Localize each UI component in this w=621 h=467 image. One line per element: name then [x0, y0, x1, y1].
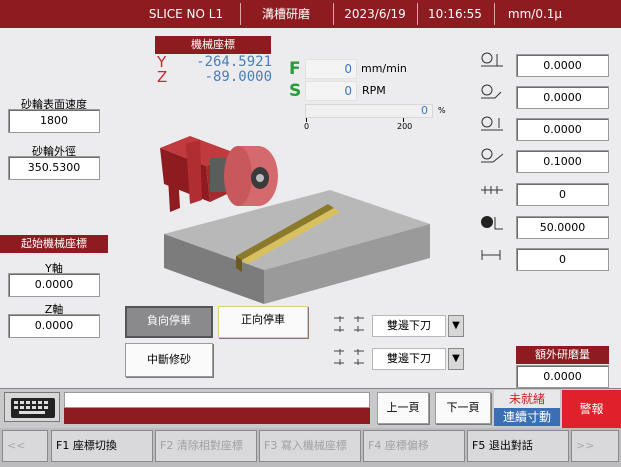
- f4-coord-offset-button[interactable]: F4 座標偏移: [363, 430, 465, 462]
- feed-mode-icon: [334, 349, 364, 365]
- machine-coords-title: 機械座標: [155, 36, 271, 54]
- param-field-3[interactable]: 0.0000: [516, 118, 609, 141]
- z-coord-value: -89.0000: [204, 69, 272, 85]
- param-field-4[interactable]: 0.1000: [516, 150, 609, 173]
- feed-mode-select-2[interactable]: 雙邊下刀: [372, 348, 446, 370]
- spindle-value: 0: [305, 81, 357, 101]
- time: 10:16:55: [428, 7, 482, 21]
- feed-rate-icon: [481, 216, 503, 230]
- feed-value: 0: [305, 59, 357, 79]
- chevron-down-icon[interactable]: ▼: [448, 315, 464, 337]
- keyboard-button[interactable]: [4, 392, 60, 422]
- mode-name: 溝槽研磨: [261, 7, 310, 21]
- f1-coord-switch-button[interactable]: F1 座標切換: [51, 430, 153, 462]
- feed-unit: mm/min: [361, 62, 407, 75]
- param-field-5[interactable]: 0: [516, 183, 609, 206]
- keyboard-icon: [11, 398, 55, 418]
- f3-write-machine-coord-button[interactable]: F3 寫入機械座標: [259, 430, 361, 462]
- depth-icon: [481, 52, 503, 67]
- count-icon: [481, 250, 501, 260]
- f2-clear-relative-button[interactable]: F2 清除相對座標: [155, 430, 257, 462]
- start-z-field[interactable]: 0.0000: [8, 314, 100, 338]
- feed-mode-icon: [334, 316, 364, 332]
- start-y-field[interactable]: 0.0000: [8, 273, 100, 297]
- extra-grind-title: 額外研磨量: [516, 346, 609, 364]
- outer-diameter-field[interactable]: 350.5300: [8, 156, 100, 180]
- y-coord-value: -264.5921: [196, 54, 272, 70]
- top-status-bar: SLICE NO L1 溝槽研磨 2023/6/19 10:16:55 mm/0…: [0, 0, 621, 28]
- step-down-icon: [481, 116, 503, 131]
- extra-grind-field[interactable]: 0.0000: [516, 365, 609, 388]
- f5-exit-dialog-button[interactable]: F5 退出對話: [467, 430, 569, 462]
- message-area-top: [64, 392, 370, 408]
- function-next-button[interactable]: >>: [571, 430, 619, 462]
- prev-page-button[interactable]: 上一頁: [377, 392, 429, 424]
- spindle-unit: RPM: [362, 84, 386, 97]
- negative-stop-button[interactable]: 負向停車: [125, 306, 213, 338]
- feed-mode-select-1[interactable]: 雙邊下刀: [372, 315, 446, 337]
- param-field-2[interactable]: 0.0000: [516, 86, 609, 109]
- finish-depth-icon: [481, 148, 504, 163]
- date: 2023/6/19: [344, 7, 406, 21]
- status-jog-mode: 連續寸動: [494, 408, 560, 426]
- next-page-button[interactable]: 下一頁: [435, 392, 491, 424]
- z-axis-label: Z: [157, 68, 168, 86]
- override-unit: %: [438, 106, 446, 115]
- param-field-1[interactable]: 0.0000: [516, 54, 609, 77]
- grind-depth-icon: [481, 84, 502, 99]
- start-coords-title: 起始機械座標: [0, 235, 108, 253]
- param-field-6[interactable]: 50.0000: [516, 216, 609, 239]
- units: mm/0.1μ: [507, 7, 563, 21]
- surface-speed-field[interactable]: 1800: [8, 109, 100, 133]
- program-name: SLICE NO L1: [148, 7, 224, 21]
- positive-stop-button[interactable]: 正向停車: [218, 306, 308, 338]
- grinding-machine-illustration: [160, 136, 430, 304]
- status-not-ready: 未就緒: [494, 390, 560, 408]
- feed-label: F: [289, 59, 301, 79]
- override-bar: 0: [305, 104, 433, 118]
- spindle-label: S: [289, 81, 302, 101]
- interrupt-dress-button[interactable]: 中斷修砂: [125, 343, 213, 377]
- message-area: [64, 408, 370, 424]
- chevron-down-icon[interactable]: ▼: [448, 348, 464, 370]
- override-value: 0: [421, 104, 428, 117]
- function-prev-button[interactable]: <<: [2, 430, 48, 462]
- param-field-7[interactable]: 0: [516, 248, 609, 271]
- alarm-indicator[interactable]: 警報: [562, 390, 621, 428]
- spark-out-icon: [481, 186, 503, 194]
